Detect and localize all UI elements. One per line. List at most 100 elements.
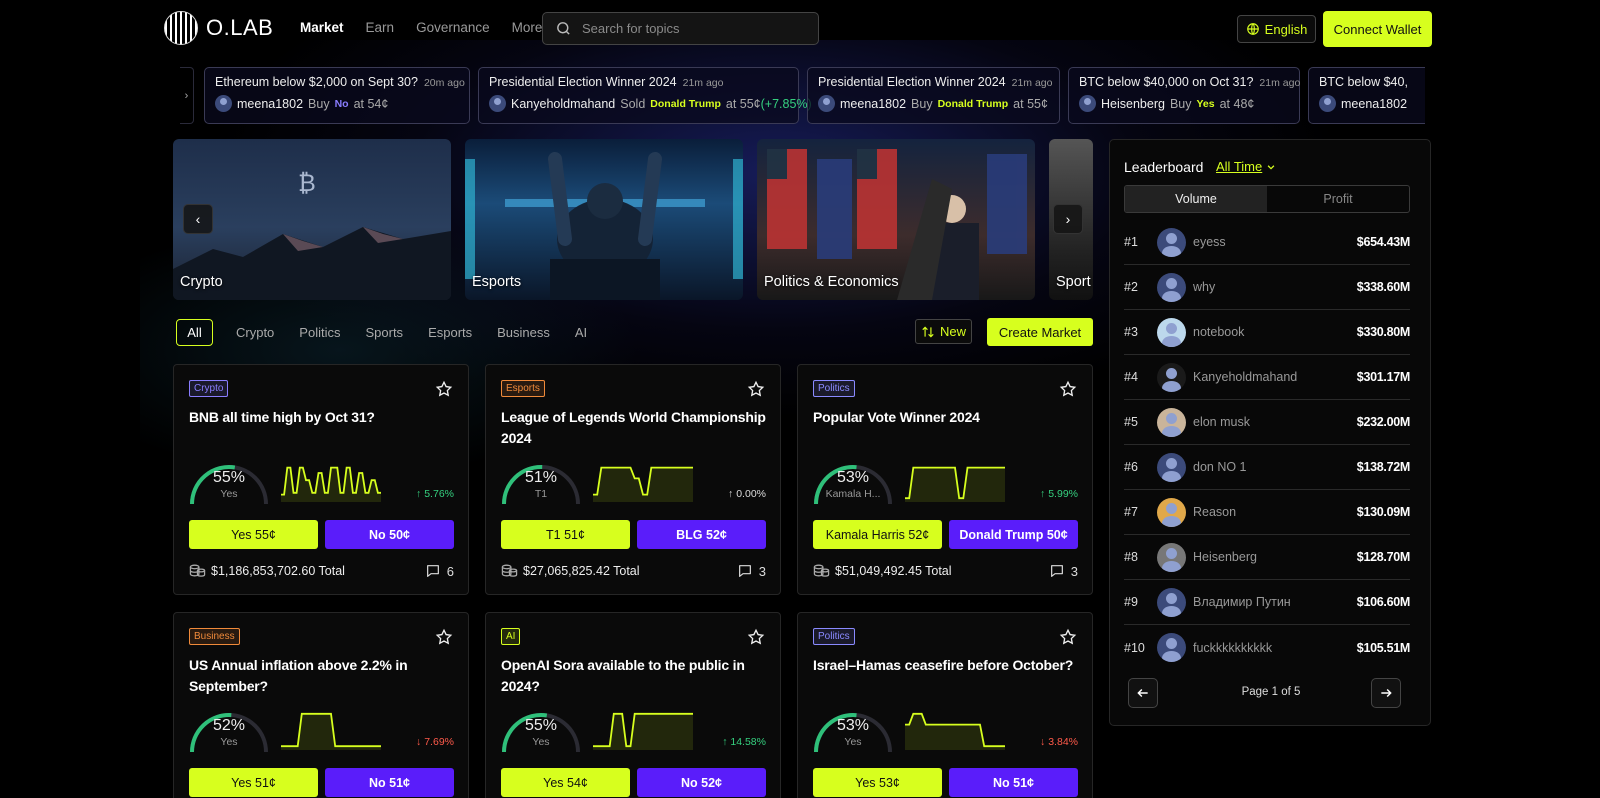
leaderboard-row[interactable]: #5 elon musk $232.00M xyxy=(1124,400,1410,445)
comment-icon xyxy=(738,565,751,577)
buy-second-outcome-button[interactable]: Donald Trump 50¢ xyxy=(949,520,1078,549)
leaderboard-username: eyess xyxy=(1193,235,1226,249)
comments-link[interactable]: 6 xyxy=(425,563,454,579)
leaderboard-row[interactable]: #4 Kanyeholdmahand $301.17M xyxy=(1124,355,1410,400)
price-sparkline xyxy=(593,712,693,750)
buy-second-outcome-button[interactable]: No 51¢ xyxy=(325,768,454,797)
market-title[interactable]: OpenAI Sora available to the public in 2… xyxy=(501,655,766,697)
top-header: O.LAB Market Earn Governance More Englis… xyxy=(0,0,1600,57)
leaderboard-row[interactable]: #3 notebook $330.80M xyxy=(1124,310,1410,355)
buy-first-outcome-button[interactable]: Yes 51¢ xyxy=(189,768,318,797)
price-sparkline xyxy=(281,466,381,502)
category-tag[interactable]: Politics xyxy=(813,628,855,645)
filter-ai[interactable]: AI xyxy=(575,325,587,340)
market-title[interactable]: US Annual inflation above 2.2% in Septem… xyxy=(189,655,454,697)
market-title[interactable]: BNB all time high by Oct 31? xyxy=(189,407,454,428)
market-card[interactable]: Business US Annual inflation above 2.2% i… xyxy=(173,612,469,798)
ticker-item[interactable]: BTC below $40,000 on Oct 31? 21m ago Heise… xyxy=(1068,67,1300,124)
nav-earn[interactable]: Earn xyxy=(366,20,395,35)
leaderboard-row[interactable]: #9 Владимир Путин $106.60M xyxy=(1124,580,1410,625)
connect-wallet-button[interactable]: Connect Wallet xyxy=(1323,11,1432,47)
leaderboard-row[interactable]: #1 eyess $654.43M xyxy=(1124,220,1410,265)
ticker-title-text: Presidential Election Winner 2024 xyxy=(489,75,677,89)
favorite-star-icon[interactable] xyxy=(747,628,765,646)
market-card[interactable]: Politics Israel–Hamas ceasefire before Oc… xyxy=(797,612,1093,798)
favorite-star-icon[interactable] xyxy=(435,628,453,646)
banner-next-button[interactable]: › xyxy=(1053,204,1083,234)
coins-icon xyxy=(813,564,830,577)
banner-esports[interactable]: Esports xyxy=(465,139,743,300)
arrow-right-icon xyxy=(1381,688,1392,698)
favorite-star-icon[interactable] xyxy=(747,380,765,398)
ticker-item[interactable]: Presidential Election Winner 2024 21m ago… xyxy=(807,67,1060,124)
banner-crypto[interactable]: ₿ Crypto xyxy=(173,139,451,300)
logo-text: O.LAB xyxy=(206,15,274,40)
nav-more[interactable]: More xyxy=(512,20,543,35)
category-tag[interactable]: Esports xyxy=(501,380,545,397)
banner-politics[interactable]: Politics & Economics xyxy=(757,139,1035,300)
filter-crypto[interactable]: Crypto xyxy=(236,325,274,340)
buy-second-outcome-button[interactable]: No 50¢ xyxy=(325,520,454,549)
buy-second-outcome-button[interactable]: No 51¢ xyxy=(949,768,1078,797)
category-tag[interactable]: Politics xyxy=(813,380,855,397)
ticker-left-arrow-icon[interactable]: › xyxy=(180,67,194,124)
filter-sports[interactable]: Sports xyxy=(365,325,403,340)
filter-esports[interactable]: Esports xyxy=(428,325,472,340)
buy-second-outcome-button[interactable]: No 52¢ xyxy=(637,768,766,797)
market-card[interactable]: Crypto BNB all time high by Oct 31? 55% Yes… xyxy=(173,364,469,595)
category-tag[interactable]: Business xyxy=(189,628,240,645)
buy-first-outcome-button[interactable]: Yes 53¢ xyxy=(813,768,942,797)
favorite-star-icon[interactable] xyxy=(1059,380,1077,398)
leaderboard-row[interactable]: #2 why $338.60M xyxy=(1124,265,1410,310)
market-title[interactable]: Israel–Hamas ceasefire before October? xyxy=(813,655,1078,676)
buy-first-outcome-button[interactable]: T1 51¢ xyxy=(501,520,630,549)
comments-link[interactable]: 3 xyxy=(737,563,766,579)
filter-business[interactable]: Business xyxy=(497,325,550,340)
leaderboard-row[interactable]: #8 Heisenberg $128.70M xyxy=(1124,535,1410,580)
category-tag[interactable]: Crypto xyxy=(189,380,229,397)
logo[interactable]: O.LAB xyxy=(164,11,273,45)
market-title[interactable]: League of Legends World Championship 202… xyxy=(501,407,766,449)
ticker-market-title: Ethereum below $2,000 on Sept 30? 20m ago xyxy=(215,75,465,89)
search-box[interactable] xyxy=(542,12,819,45)
leaderboard-row[interactable]: #6 don NO 1 $138.72M xyxy=(1124,445,1410,490)
probability-outcome-label: Yes xyxy=(220,736,238,748)
buy-first-outcome-button[interactable]: Yes 55¢ xyxy=(189,520,318,549)
ticker-item[interactable]: BTC below $40, meena1802 xyxy=(1308,67,1425,124)
leaderboard-row[interactable]: #7 Reason $130.09M xyxy=(1124,490,1410,535)
language-selector[interactable]: English xyxy=(1237,15,1316,43)
ticker-item[interactable]: Presidential Election Winner 2024 21m ago… xyxy=(478,67,812,124)
nav-governance[interactable]: Governance xyxy=(416,20,490,35)
leaderboard-row[interactable]: #10 fuckkkkkkkkkk $105.51M xyxy=(1124,625,1410,670)
search-input[interactable] xyxy=(582,21,802,36)
market-card[interactable]: Politics Popular Vote Winner 2024 53% Kamal… xyxy=(797,364,1093,595)
favorite-star-icon[interactable] xyxy=(435,380,453,398)
chevron-right-icon: › xyxy=(1065,211,1071,227)
market-card[interactable]: AI OpenAI Sora available to the public in… xyxy=(485,612,781,798)
tab-profit[interactable]: Profit xyxy=(1267,186,1409,212)
tab-volume[interactable]: Volume xyxy=(1125,186,1267,212)
probability-outcome-label: Yes xyxy=(220,488,238,500)
sort-new-button[interactable]: New xyxy=(915,319,972,344)
category-tag[interactable]: AI xyxy=(501,628,521,645)
comments-link[interactable]: 3 xyxy=(1049,563,1078,579)
buy-second-outcome-button[interactable]: BLG 52¢ xyxy=(637,520,766,549)
probability-percent: 52% xyxy=(212,717,246,734)
favorite-star-icon[interactable] xyxy=(1059,628,1077,646)
create-market-button[interactable]: Create Market xyxy=(987,318,1093,346)
leaderboard-period-dropdown[interactable]: All Time xyxy=(1216,159,1276,174)
buy-first-outcome-button[interactable]: Kamala Harris 52¢ xyxy=(813,520,942,549)
market-card[interactable]: Esports League of Legends World Champions… xyxy=(485,364,781,595)
ticker-item[interactable]: Ethereum below $2,000 on Sept 30? 20m ago… xyxy=(204,67,470,124)
sort-arrows-icon xyxy=(922,326,934,337)
nav-market[interactable]: Market xyxy=(300,20,344,35)
banner-prev-button[interactable]: ‹ xyxy=(183,204,213,234)
user-avatar xyxy=(1157,407,1186,437)
comment-icon xyxy=(426,565,439,577)
market-title[interactable]: Popular Vote Winner 2024 xyxy=(813,407,1078,428)
filter-all[interactable]: All xyxy=(176,319,213,346)
buy-first-outcome-button[interactable]: Yes 54¢ xyxy=(501,768,630,797)
leaderboard-next-button[interactable] xyxy=(1371,678,1401,708)
filter-politics[interactable]: Politics xyxy=(299,325,340,340)
leaderboard-rank: #1 xyxy=(1124,235,1138,249)
